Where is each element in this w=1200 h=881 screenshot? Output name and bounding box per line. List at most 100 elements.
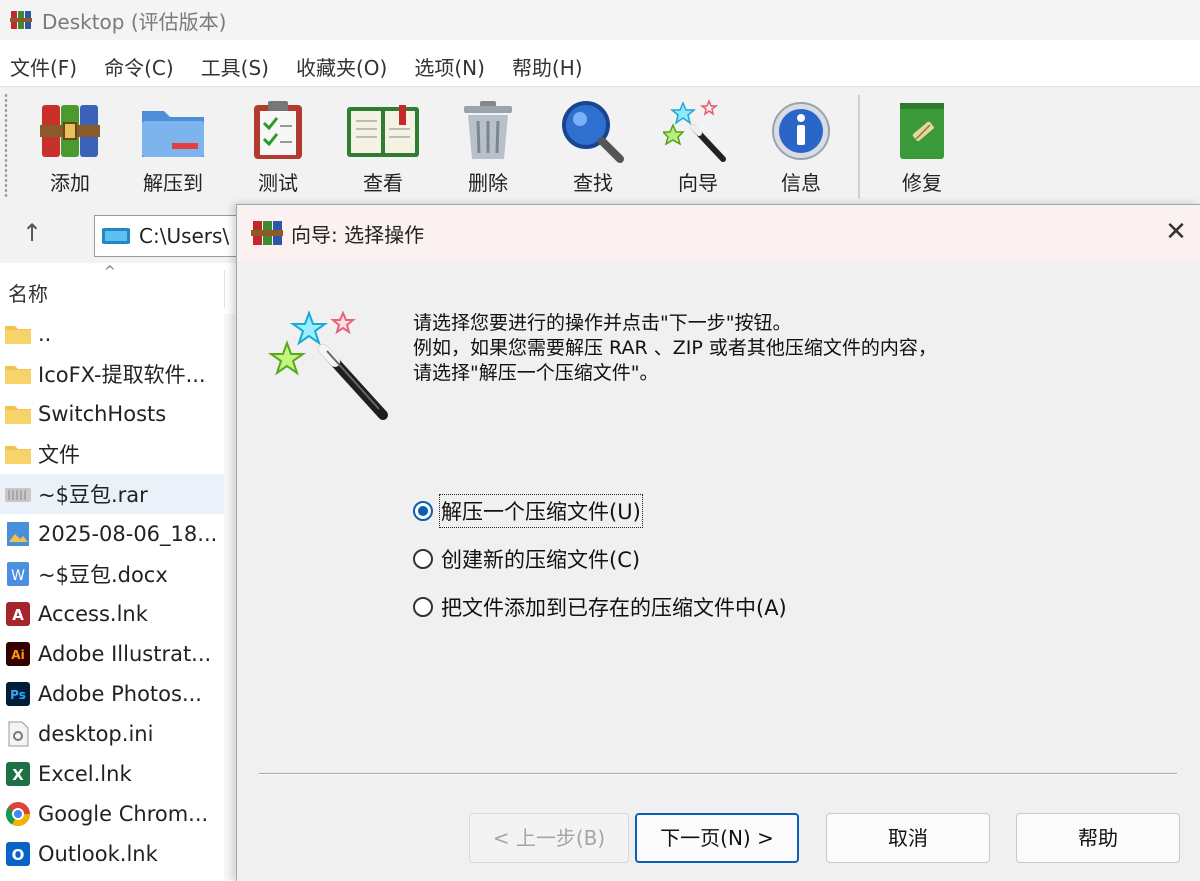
list-item[interactable]: IcoFX-提取软件...: [0, 354, 235, 394]
up-arrow-icon[interactable]: ↑: [22, 219, 52, 249]
svg-text:Ai: Ai: [11, 648, 24, 662]
list-item[interactable]: Google Chrom...: [0, 794, 235, 834]
help-button[interactable]: 帮助: [1016, 813, 1180, 863]
option-label[interactable]: 创建新的压缩文件(C): [441, 544, 640, 574]
menu-options[interactable]: 选项(N): [414, 52, 485, 81]
option-extract-archive[interactable]: 解压一个压缩文件(U): [413, 487, 787, 535]
access-app-icon: A: [6, 602, 30, 626]
list-item[interactable]: Ps Adobe Photos...: [0, 674, 235, 714]
rar-archive-icon: [5, 488, 31, 502]
magic-wand-icon: [663, 99, 726, 162]
list-item[interactable]: W ~$豆包.docx: [0, 554, 235, 594]
close-icon[interactable]: ✕: [1161, 217, 1191, 247]
svg-text:O: O: [12, 846, 25, 864]
list-item[interactable]: ~$豆包.rar: [0, 474, 235, 514]
info-button[interactable]: 信息: [753, 93, 849, 199]
radio-create-archive[interactable]: [413, 549, 433, 569]
toolbar-grip[interactable]: [4, 93, 8, 197]
option-create-archive[interactable]: 创建新的压缩文件(C): [413, 535, 787, 583]
operation-options: 解压一个压缩文件(U) 创建新的压缩文件(C) 把文件添加到已存在的压缩文件中(…: [413, 487, 787, 631]
list-item[interactable]: 2025-08-06_18...: [0, 514, 235, 554]
svg-text:Ps: Ps: [10, 688, 26, 702]
list-item[interactable]: ..: [0, 314, 235, 354]
find-button-label: 查找: [573, 171, 613, 195]
list-item[interactable]: SwitchHosts: [0, 394, 235, 434]
folder-icon: [5, 326, 31, 344]
test-button[interactable]: 测试: [230, 93, 326, 199]
list-item[interactable]: Ai Adobe Illustrat...: [0, 634, 235, 674]
folder-icon: [5, 406, 31, 424]
winrar-app-icon: [10, 11, 32, 29]
back-button[interactable]: < 上一步(B): [469, 813, 629, 863]
clipboard-check-icon: [254, 101, 302, 159]
radio-extract-archive[interactable]: [413, 501, 433, 521]
window-title: Desktop (评估版本): [42, 9, 227, 34]
file-list-header: ^ 名称: [0, 264, 235, 315]
window-titlebar: Desktop (评估版本): [0, 0, 1200, 40]
file-name: Excel.lnk: [38, 762, 132, 786]
list-item[interactable]: A Access.lnk: [0, 594, 235, 634]
delete-button-label: 删除: [468, 171, 508, 195]
wizard-button-label: 向导: [678, 171, 718, 195]
test-button-label: 测试: [258, 171, 298, 195]
file-name: Adobe Illustrat...: [38, 642, 212, 666]
repair-button-label: 修复: [902, 171, 942, 195]
svg-text:A: A: [12, 606, 24, 624]
illustrator-app-icon: Ai: [6, 642, 30, 666]
list-item[interactable]: 文件: [0, 434, 235, 474]
menu-help[interactable]: 帮助(H): [512, 52, 583, 81]
archive-books-icon: [40, 105, 100, 157]
folder-icon: [5, 446, 31, 464]
find-button[interactable]: 查找: [545, 93, 641, 199]
magnifier-icon: [562, 101, 624, 163]
toolbar-separator: [858, 95, 860, 199]
settings-file-icon: [8, 721, 29, 747]
repair-button[interactable]: 修复: [874, 93, 970, 199]
trash-can-icon: [464, 101, 512, 159]
column-name-header[interactable]: 名称: [8, 278, 48, 307]
file-name: SwitchHosts: [38, 402, 167, 426]
chrome-app-icon: [5, 802, 31, 827]
extract-to-button[interactable]: 解压到: [125, 93, 221, 199]
option-add-to-archive[interactable]: 把文件添加到已存在的压缩文件中(A): [413, 583, 787, 631]
menu-file[interactable]: 文件(F): [10, 52, 77, 81]
photoshop-app-icon: Ps: [6, 682, 30, 706]
winrar-dialog-icon: [251, 221, 283, 245]
menu-tools[interactable]: 工具(S): [201, 52, 269, 81]
menu-favorites[interactable]: 收藏夹(O): [296, 52, 387, 81]
file-name: ..: [38, 322, 52, 346]
dialog-divider: [259, 773, 1177, 774]
menu-commands[interactable]: 命令(C): [104, 52, 174, 81]
list-item[interactable]: X Excel.lnk: [0, 754, 235, 794]
folder-extract-icon: [142, 111, 204, 157]
toolbar: 添加 解压到 测试 查看 删除 查找 向导 信息 修复: [0, 86, 1200, 205]
image-file-icon: [7, 522, 29, 546]
file-name: 2025-08-06_18...: [38, 522, 218, 546]
address-row: ↑ C:\Users\: [0, 205, 256, 263]
option-label[interactable]: 解压一个压缩文件(U): [439, 494, 643, 528]
view-button[interactable]: 查看: [335, 93, 431, 199]
list-item[interactable]: desktop.ini: [0, 714, 235, 754]
cancel-button[interactable]: 取消: [826, 813, 990, 863]
add-button[interactable]: 添加: [22, 93, 118, 199]
wizard-button[interactable]: 向导: [650, 93, 746, 199]
info-icon: [772, 102, 830, 160]
file-name: desktop.ini: [38, 722, 154, 746]
file-name: IcoFX-提取软件...: [38, 363, 206, 387]
option-label[interactable]: 把文件添加到已存在的压缩文件中(A): [441, 592, 787, 622]
file-list-scrollbar[interactable]: [224, 314, 235, 880]
radio-add-to-archive[interactable]: [413, 597, 433, 617]
folder-icon: [5, 366, 31, 384]
dialog-title: 向导: 选择操作: [291, 222, 425, 247]
column-separator[interactable]: [224, 270, 225, 308]
add-button-label: 添加: [50, 171, 90, 195]
list-item[interactable]: O Outlook.lnk: [0, 834, 235, 874]
address-bar[interactable]: C:\Users\: [94, 215, 256, 257]
delete-button[interactable]: 删除: [440, 93, 536, 199]
file-name: 文件: [38, 443, 80, 467]
next-button[interactable]: 下一页(N) >: [635, 813, 799, 863]
dialog-body: 请选择您要进行的操作并点击"下一步"按钮。 例如，如果您需要解压 RAR 、ZI…: [237, 261, 1200, 881]
description-line-1: 请选择您要进行的操作并点击"下一步"按钮。: [413, 312, 792, 334]
address-path: C:\Users\: [139, 224, 230, 248]
svg-text:W: W: [11, 568, 25, 584]
